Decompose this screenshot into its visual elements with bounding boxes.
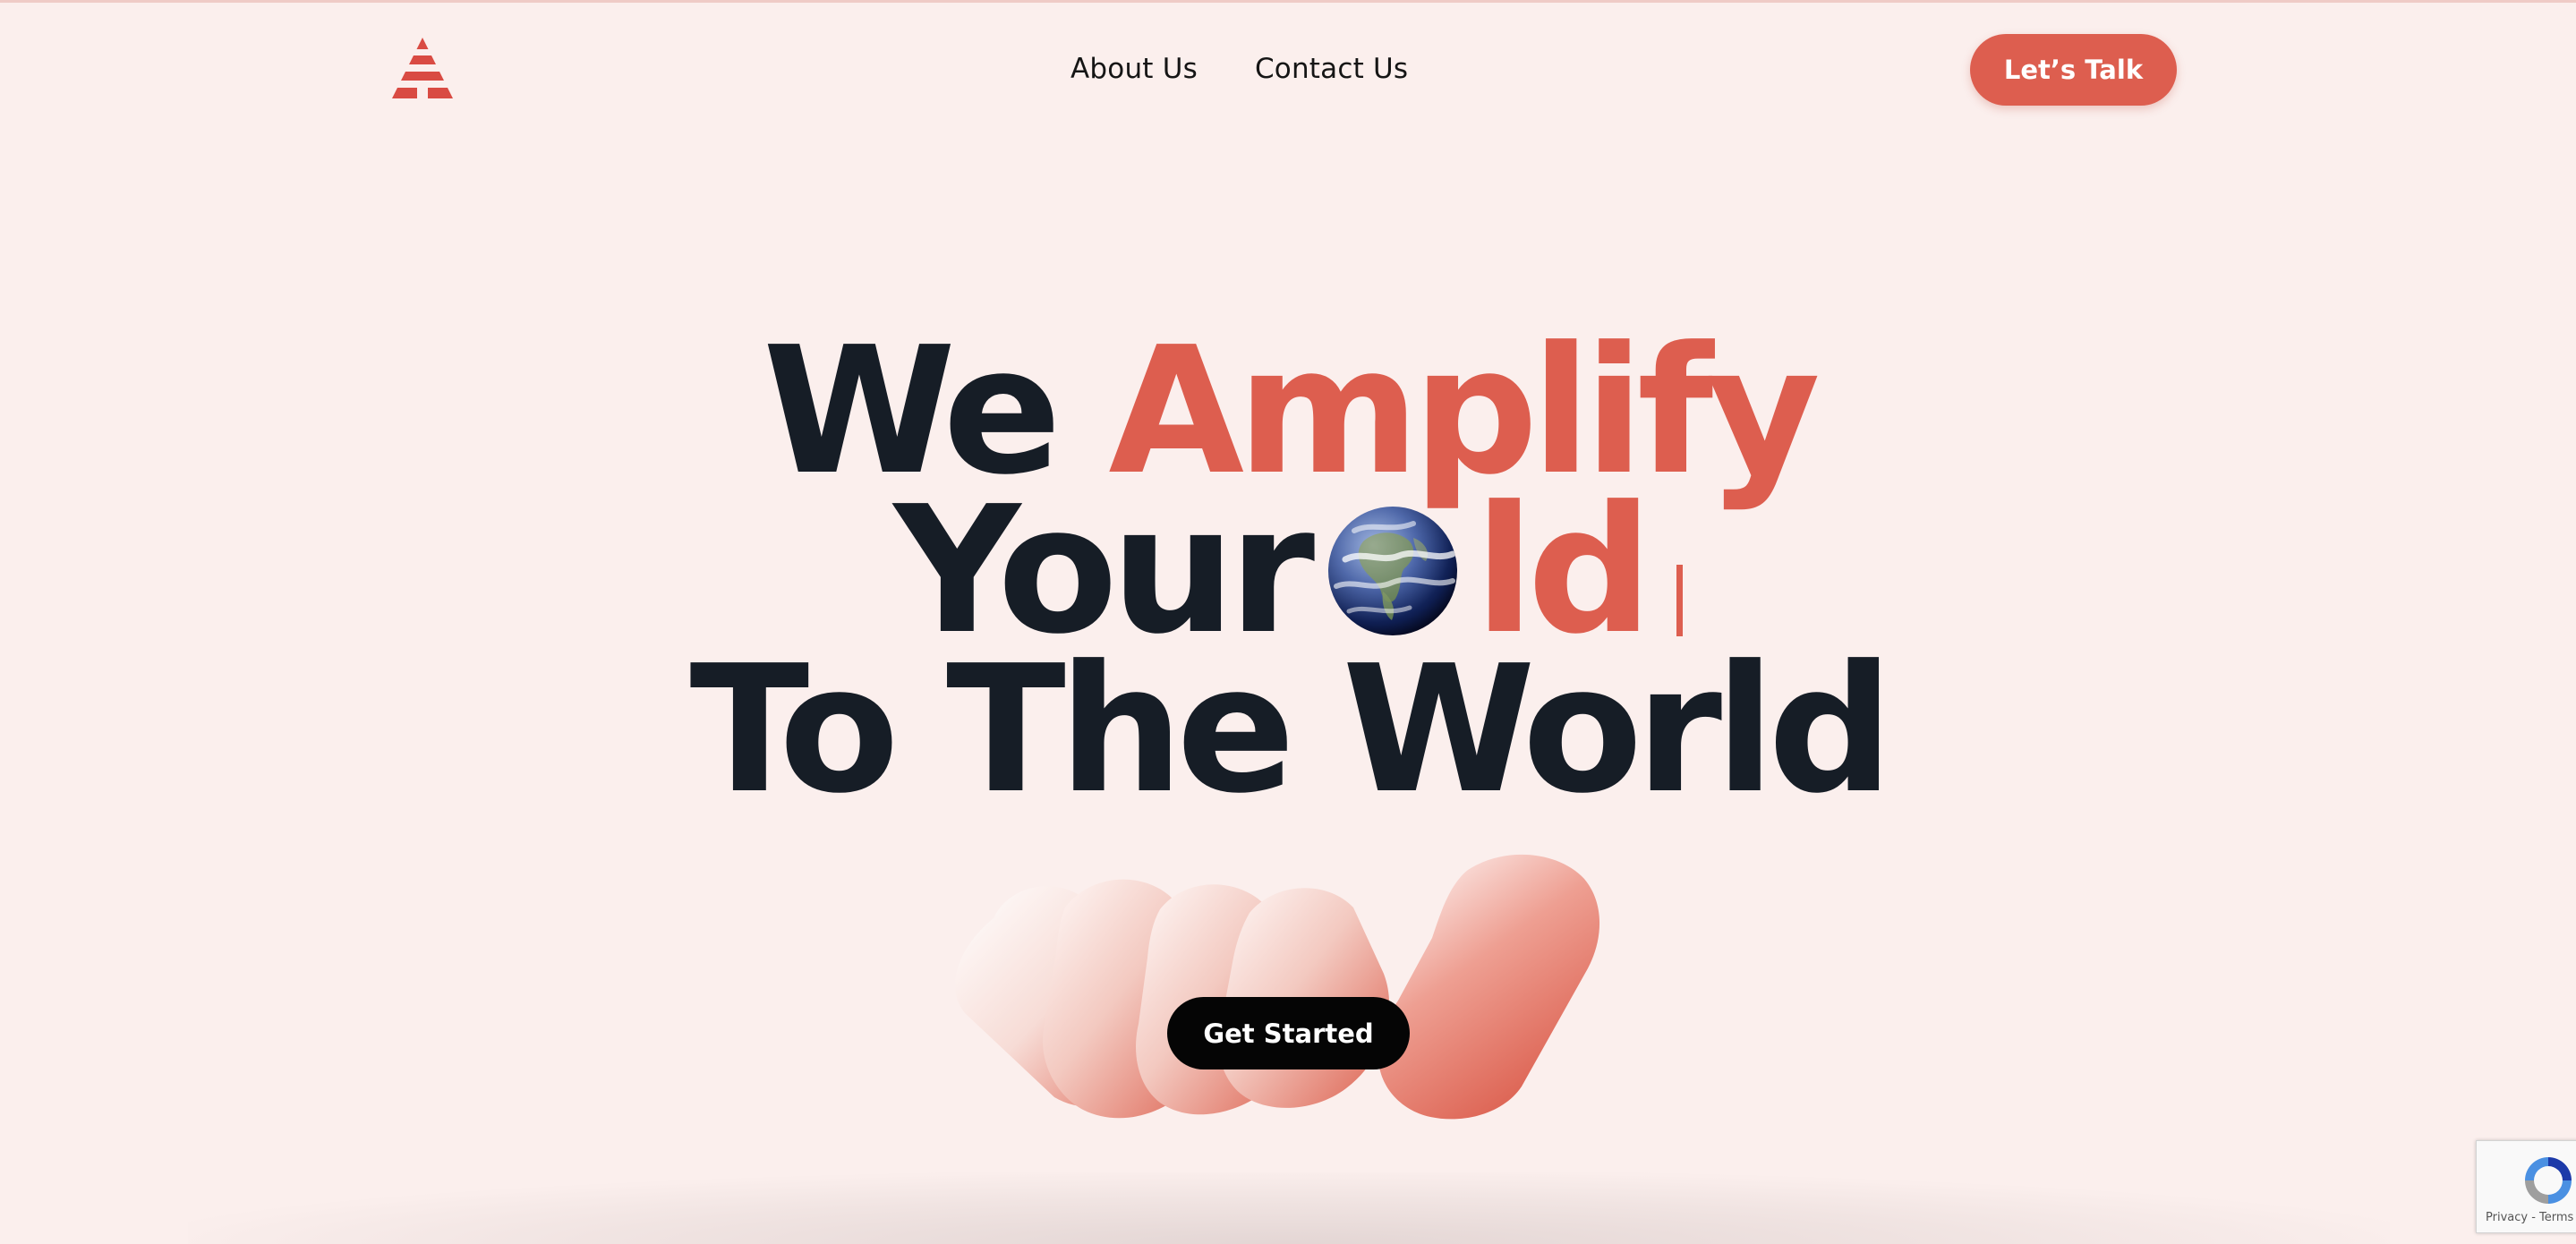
recaptcha-badge[interactable]: Privacy - Terms [2476,1140,2576,1233]
globe-icon [1328,507,1458,635]
nav-link-about-us[interactable]: About Us [1070,53,1198,85]
nav-link-contact-us[interactable]: Contact Us [1255,53,1408,85]
get-started-button[interactable]: Get Started [1167,997,1410,1069]
hero-headline-line-3: To The World [0,643,2576,818]
typing-caret [1676,565,1683,636]
top-border [0,0,2576,3]
lets-talk-button[interactable]: Let’s Talk [1970,34,2177,106]
recaptcha-privacy-terms[interactable]: Privacy - Terms [2486,1211,2573,1224]
hero-phrase-to-the-world: To The World [689,628,1894,832]
recaptcha-icon [2525,1157,2572,1204]
main-nav: About Us Contact Us [1070,47,1408,91]
amplify-logo[interactable] [390,36,455,100]
bottom-section-shadow [188,1172,2390,1244]
